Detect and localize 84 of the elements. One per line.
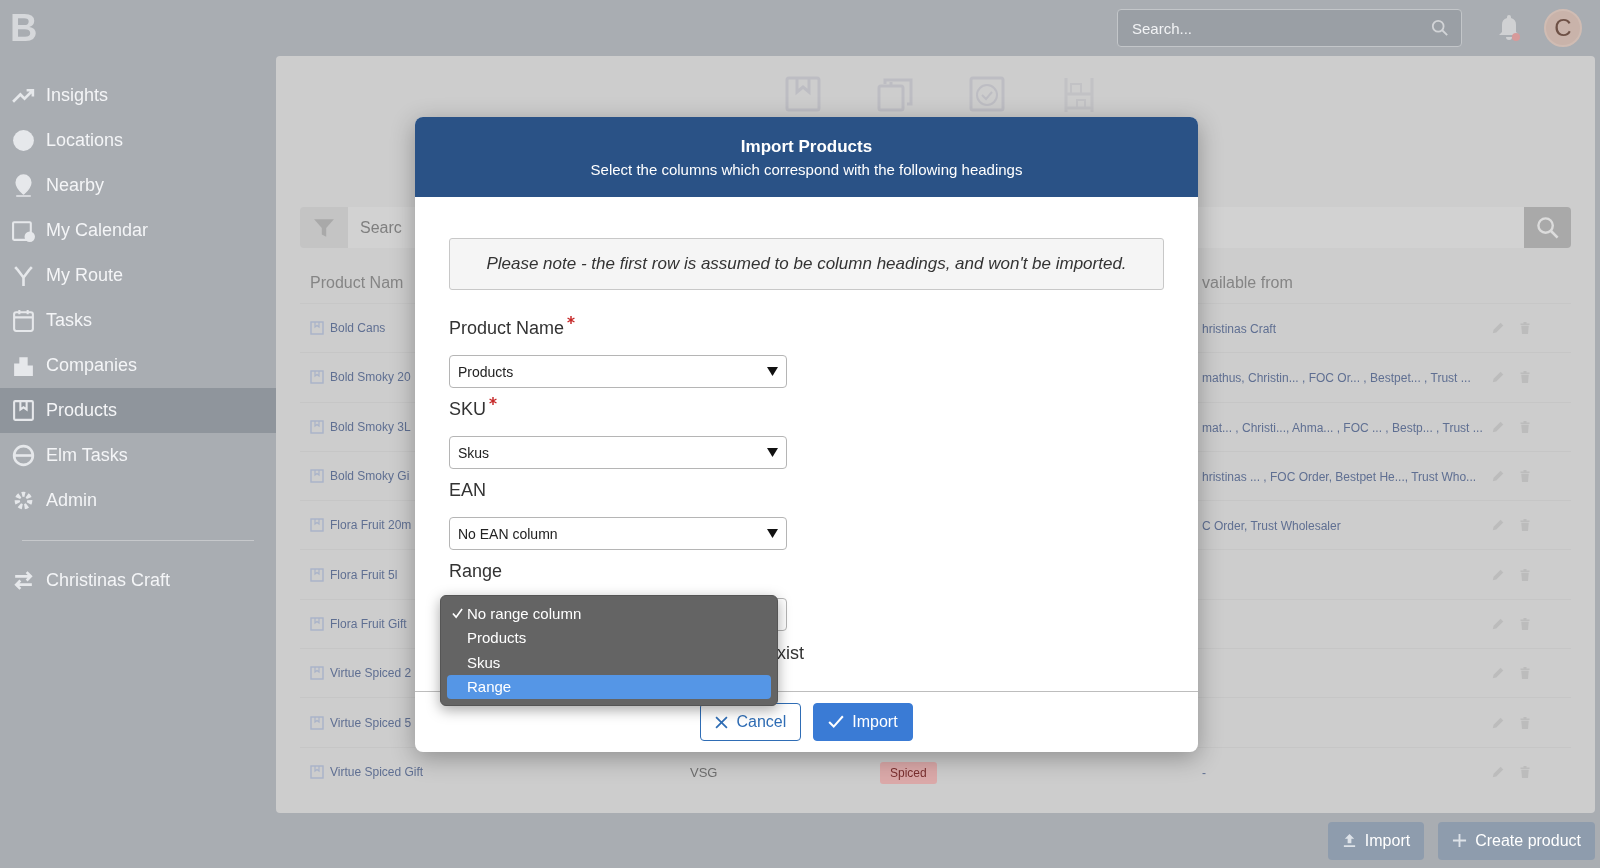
close-icon bbox=[715, 715, 729, 729]
dropdown-option[interactable]: No range column bbox=[447, 601, 771, 626]
sidebar-item[interactable]: My Route bbox=[0, 253, 276, 298]
product-box-icon bbox=[310, 321, 324, 336]
product-name[interactable]: Virtue Spiced 5 bbox=[330, 715, 412, 730]
dialog-title: Import Products bbox=[740, 136, 873, 157]
product-box-icon bbox=[310, 764, 324, 779]
filter-button[interactable] bbox=[300, 207, 348, 248]
sidebar-item[interactable]: Nearby bbox=[0, 163, 276, 208]
checkmark-icon bbox=[828, 715, 845, 729]
checkbox-label: xist bbox=[777, 643, 804, 663]
sidebar-icon bbox=[11, 308, 36, 333]
stacked-boxes-icon[interactable] bbox=[876, 76, 913, 112]
create-product-button[interactable]: Create product bbox=[1438, 821, 1595, 860]
sidebar-item[interactable]: Locations bbox=[0, 118, 276, 163]
product-box-icon[interactable] bbox=[784, 76, 821, 112]
sidebar-item[interactable]: Companies bbox=[0, 343, 276, 388]
sidebar-item[interactable]: Products bbox=[0, 388, 276, 433]
product-name[interactable]: Bold Smoky 3L bbox=[330, 419, 411, 434]
product-box-icon bbox=[310, 469, 324, 484]
dropdown-option[interactable]: Products bbox=[447, 625, 771, 650]
caret-icon bbox=[767, 367, 778, 376]
user-avatar[interactable]: C bbox=[1544, 9, 1582, 47]
product-name[interactable]: Flora Fruit 20m bbox=[330, 518, 412, 533]
column-select[interactable]: Skus bbox=[449, 436, 787, 469]
import-button[interactable]: Import bbox=[1327, 821, 1425, 860]
table-cell: mathus, Christin... , FOC Or... , Bestpet... , Trust ... bbox=[1202, 371, 1471, 386]
required-asterisk-icon bbox=[489, 397, 497, 405]
product-name[interactable]: Bold Smoky 20 bbox=[330, 370, 411, 385]
cancel-button[interactable]: Cancel bbox=[700, 703, 802, 741]
column-header: vailable from bbox=[1202, 274, 1294, 292]
sidebar-icon bbox=[11, 128, 36, 153]
field-label: Range bbox=[449, 561, 503, 582]
search-icon bbox=[1535, 215, 1560, 240]
product-box-icon bbox=[310, 666, 324, 681]
import-button[interactable]: Import bbox=[813, 703, 913, 741]
table-cell: mat... , Christi..., Ahma... , FOC ... , Bestp... , Trust ... bbox=[1202, 420, 1483, 435]
product-box-icon bbox=[310, 370, 324, 385]
caret-icon bbox=[767, 529, 778, 538]
badge-check-icon[interactable] bbox=[968, 76, 1005, 112]
column-header: Product Nam bbox=[310, 274, 405, 292]
column-select[interactable]: No EAN column bbox=[449, 517, 787, 550]
search-icon bbox=[1431, 19, 1449, 37]
table-cell: VSG bbox=[690, 764, 718, 780]
search-field[interactable]: Search... bbox=[1117, 9, 1462, 47]
dropdown-option[interactable]: Skus bbox=[447, 650, 771, 675]
sidebar-item[interactable]: Insights bbox=[0, 73, 276, 118]
field-label: EAN bbox=[449, 480, 486, 501]
sidebar-icon bbox=[11, 398, 36, 423]
plus-icon bbox=[1452, 833, 1468, 848]
product-box-icon bbox=[310, 715, 324, 730]
dropdown-option[interactable]: Range bbox=[447, 674, 771, 699]
sidebar-item[interactable]: Admin bbox=[0, 478, 276, 523]
field-label: Product Name bbox=[449, 318, 565, 339]
table-cell: - bbox=[1202, 765, 1206, 780]
product-name[interactable]: Virtue Spiced 2 bbox=[330, 666, 412, 681]
product-name[interactable]: Virtue Spiced Gift bbox=[330, 764, 424, 779]
table-cell: hristinas Craft bbox=[1202, 322, 1277, 337]
upload-icon bbox=[1341, 833, 1357, 848]
product-name[interactable]: Bold Smoky Gi bbox=[330, 469, 410, 484]
range-tag: Spiced bbox=[880, 761, 937, 784]
dialog-subtitle: Select the columns which correspond with the following headings bbox=[590, 160, 1023, 178]
table-cell: hristinas ... , FOC Order, Bestpet He..., Trust Who... bbox=[1202, 470, 1477, 485]
sidebar-icon bbox=[11, 443, 36, 468]
account-switcher[interactable]: Christinas Craft bbox=[0, 558, 276, 603]
product-box-icon bbox=[310, 518, 324, 533]
caret-icon bbox=[767, 448, 778, 457]
sidebar-item[interactable]: My Calendar bbox=[0, 208, 276, 253]
product-box-icon bbox=[310, 567, 324, 582]
search-button[interactable] bbox=[1524, 207, 1571, 248]
required-asterisk-icon bbox=[567, 316, 576, 324]
column-select[interactable]: Products bbox=[449, 355, 787, 388]
sidebar-item[interactable]: Elm Tasks bbox=[0, 433, 276, 478]
product-name[interactable]: Flora Fruit Gift bbox=[330, 616, 407, 631]
sidebar-item[interactable]: Tasks bbox=[0, 298, 276, 343]
field-label: SKU bbox=[449, 399, 486, 420]
product-box-icon bbox=[310, 616, 324, 631]
product-box-icon bbox=[310, 419, 324, 434]
note-message: Please note - the first row is assumed to be column headings, and won't be imported. bbox=[449, 238, 1164, 290]
table-cell: C Order, Trust Wholesaler bbox=[1202, 519, 1341, 534]
product-name[interactable]: Bold Cans bbox=[330, 321, 386, 336]
filter-icon bbox=[313, 216, 335, 239]
product-name[interactable]: Flora Fruit 5l bbox=[330, 567, 398, 582]
sidebar-icon bbox=[11, 218, 36, 243]
